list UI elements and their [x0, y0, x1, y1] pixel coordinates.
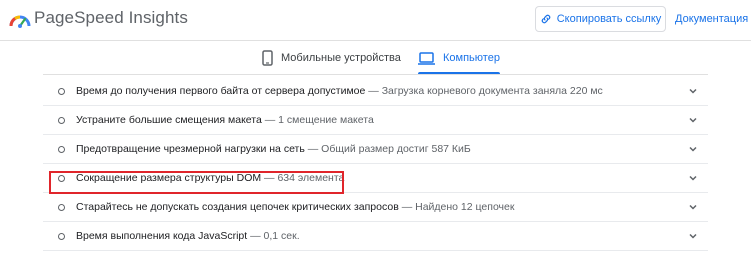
audit-description: — Загрузка корневого документа заняла 22… [368, 85, 603, 97]
audit-title: Время выполнения кода JavaScript [76, 230, 248, 242]
status-circle-icon [58, 233, 65, 240]
audit-list: Время до получения первого байта от серв… [43, 77, 708, 251]
audit-description: — 634 элемента [264, 172, 345, 184]
audit-description: — 1 смещение макета [264, 114, 374, 126]
audit-row-dom-size[interactable]: Сокращение размера структуры DOM — 634 э… [43, 164, 708, 193]
audit-row[interactable]: Время до получения первого байта от серв… [43, 77, 708, 106]
device-tabs: Мобильные устройства Компьютер [0, 41, 751, 75]
audit-row[interactable]: Устраните большие смещения макета — 1 см… [43, 106, 708, 135]
copy-link-label: Скопировать ссылку [556, 13, 662, 25]
chevron-down-icon[interactable] [688, 144, 698, 154]
audit-title: Время до получения первого байта от серв… [76, 85, 366, 97]
link-icon [541, 14, 551, 24]
audit-row[interactable]: Время выполнения кода JavaScript — 0,1 с… [43, 222, 708, 251]
audit-title: Сокращение размера структуры DOM [76, 172, 262, 184]
status-circle-icon [58, 204, 65, 211]
chevron-down-icon[interactable] [688, 173, 698, 183]
audit-text: Время до получения первого байта от серв… [76, 85, 603, 97]
copy-link-button[interactable]: Скопировать ссылку [535, 6, 666, 32]
audit-description: — 0,1 сек. [250, 230, 300, 242]
audit-title: Старайтесь не допускать создания цепочек… [76, 201, 399, 213]
chevron-down-icon[interactable] [688, 86, 698, 96]
audit-description: — Найдено 12 цепочек [401, 201, 515, 213]
laptop-icon [418, 51, 435, 65]
tab-desktop-label: Компьютер [443, 52, 500, 64]
audit-text: Старайтесь не допускать создания цепочек… [76, 201, 514, 213]
pagespeed-logo-icon[interactable] [9, 10, 31, 28]
audit-text: Сокращение размера структуры DOM — 634 э… [76, 172, 344, 184]
chevron-down-icon[interactable] [688, 231, 698, 241]
audit-row[interactable]: Предотвращение чрезмерной нагрузки на се… [43, 135, 708, 164]
audit-row[interactable]: Старайтесь не допускать создания цепочек… [43, 193, 708, 222]
audit-text: Устраните большие смещения макета — 1 см… [76, 114, 374, 126]
tab-desktop[interactable]: Компьютер [418, 41, 500, 75]
status-circle-icon [58, 175, 65, 182]
audit-title: Устраните большие смещения макета [76, 114, 262, 126]
tabs-divider [43, 74, 708, 75]
smartphone-icon [262, 50, 273, 66]
app-header: PageSpeed Insights Скопировать ссылку До… [0, 0, 751, 41]
tab-mobile[interactable]: Мобильные устройства [262, 41, 401, 75]
tab-mobile-label: Мобильные устройства [281, 52, 401, 64]
audit-text: Предотвращение чрезмерной нагрузки на се… [76, 143, 471, 155]
status-circle-icon [58, 88, 65, 95]
audit-title: Предотвращение чрезмерной нагрузки на се… [76, 143, 305, 155]
documentation-link[interactable]: Документация [675, 13, 748, 25]
status-circle-icon [58, 146, 65, 153]
chevron-down-icon[interactable] [688, 115, 698, 125]
status-circle-icon [58, 117, 65, 124]
chevron-down-icon[interactable] [688, 202, 698, 212]
audit-description: — Общий размер достиг 587 КиБ [307, 143, 471, 155]
audit-text: Время выполнения кода JavaScript — 0,1 с… [76, 230, 300, 242]
app-title: PageSpeed Insights [34, 8, 188, 27]
